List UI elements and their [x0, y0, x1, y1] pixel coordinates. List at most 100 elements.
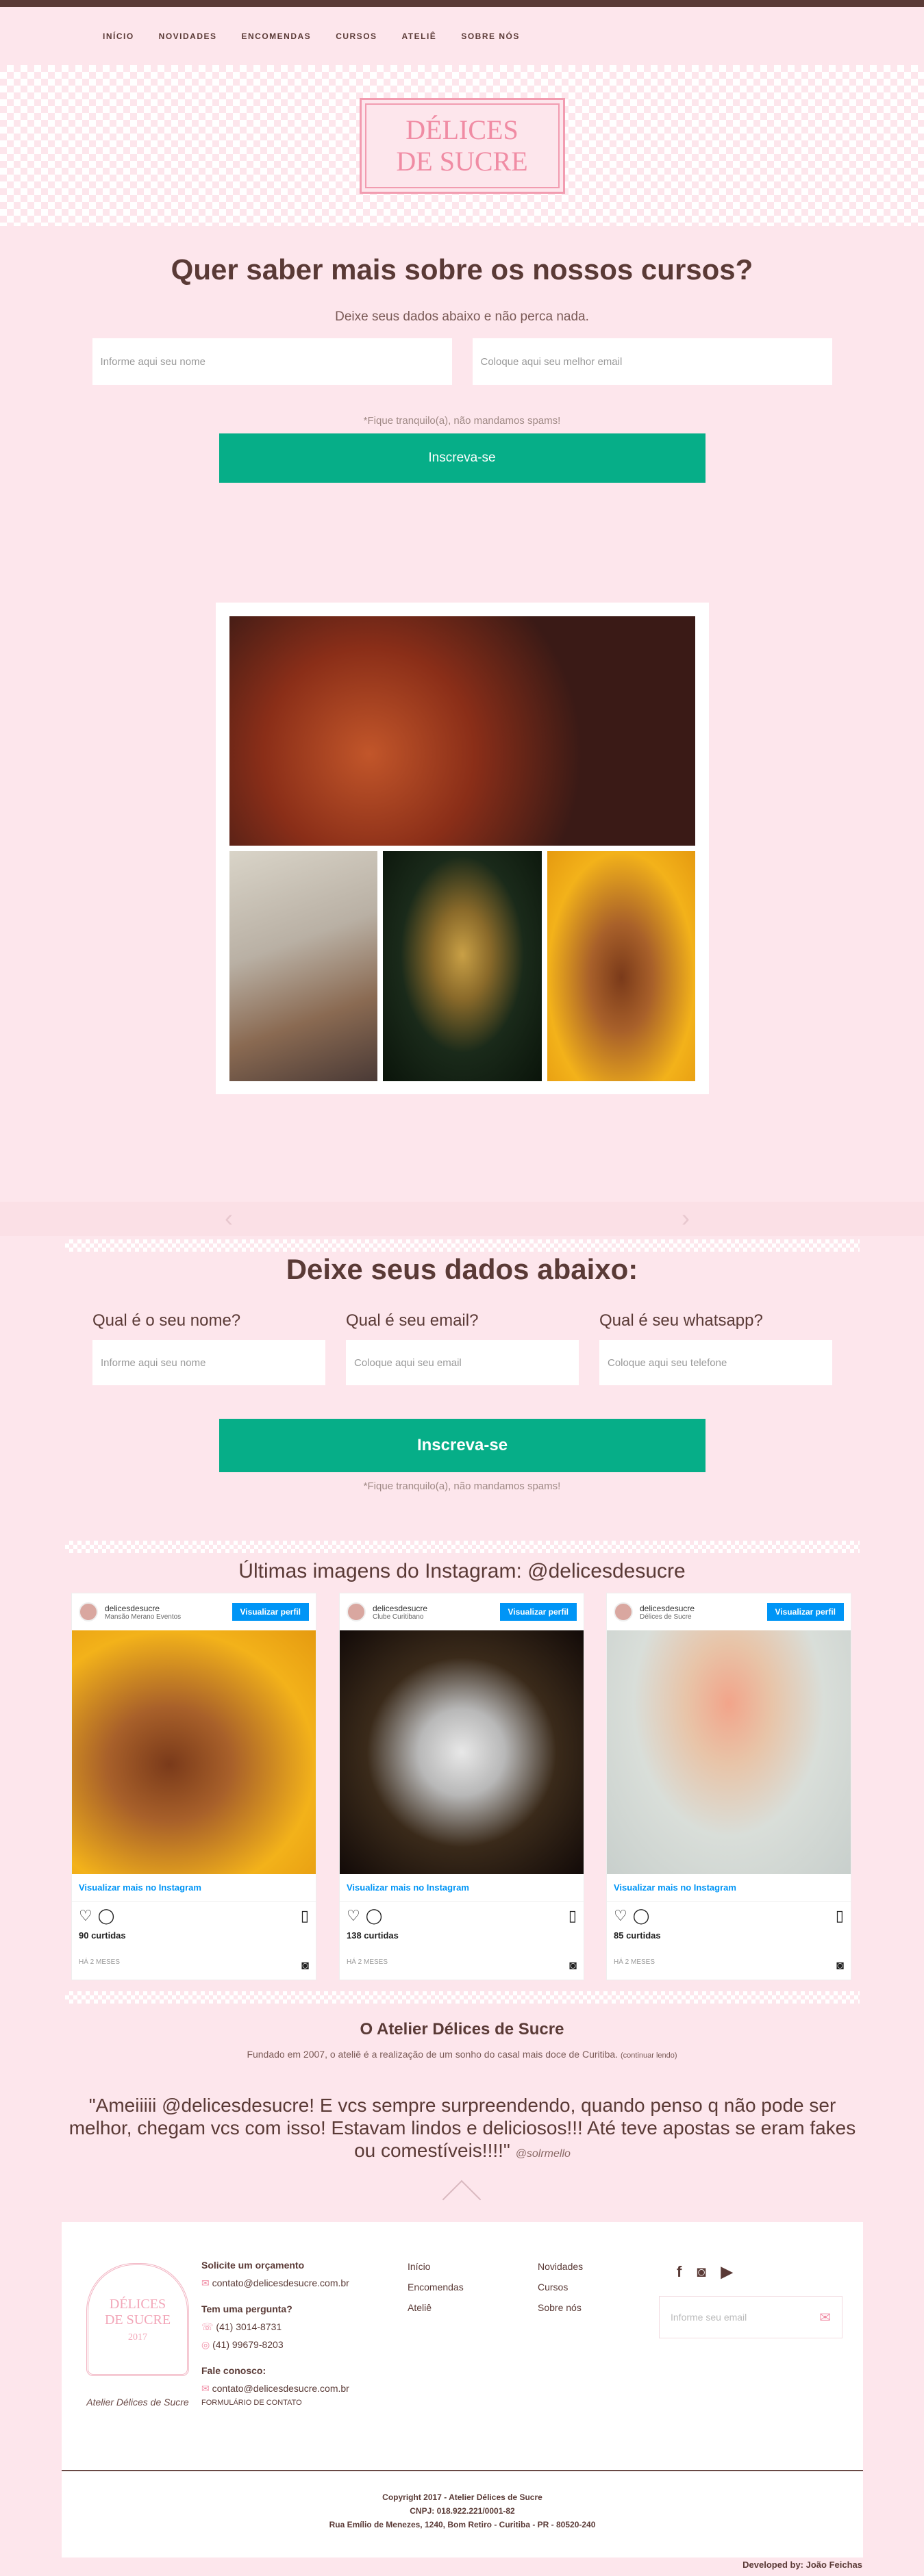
instagram-icon[interactable]: ◙: [569, 1958, 577, 1973]
heart-icon[interactable]: ♡: [347, 1907, 360, 1925]
bookmark-icon[interactable]: ▯: [569, 1907, 577, 1925]
view-profile-button[interactable]: Visualizar perfil: [232, 1603, 309, 1621]
send-mail-icon[interactable]: ✉: [819, 2309, 831, 2326]
post-age: HÁ 2 MESES: [347, 1958, 388, 1966]
instagram-title: Últimas imagens do Instagram: @delicesde…: [238, 1560, 686, 1582]
mail-icon: ✉: [201, 2383, 210, 2394]
footer-phone2[interactable]: (41) 99679-8203: [212, 2339, 284, 2350]
bookmark-icon[interactable]: ▯: [301, 1907, 309, 1925]
card-username[interactable]: delicesdesucre: [640, 1604, 695, 1613]
form2-spam-note: *Fique tranquilo(a), não mandamos spams!: [363, 1480, 561, 1492]
form2-whatsapp-input[interactable]: Coloque aqui seu telefone: [599, 1340, 832, 1385]
footer-link-novidades[interactable]: Novidades: [538, 2256, 583, 2277]
form2-name-label: Qual é o seu nome?: [92, 1311, 241, 1330]
form2-name-input[interactable]: Informe aqui seu nome: [92, 1340, 325, 1385]
instagram-link[interactable]: Visualizar mais no Instagram: [607, 1874, 851, 1902]
post-age: HÁ 2 MESES: [79, 1958, 121, 1966]
testimonial-quote: "Ameiiiii @delicesdesucre! E vcs sempre …: [68, 2095, 856, 2161]
footer-link-cursos[interactable]: Cursos: [538, 2277, 583, 2297]
view-profile-button[interactable]: Visualizar perfil: [766, 1603, 844, 1621]
footer-question-title: Tem uma pergunta?: [201, 2303, 292, 2314]
courses-email-input[interactable]: Coloque aqui seu melhor email: [472, 338, 832, 385]
about-text: Fundado em 2007, o ateliê é a realização…: [247, 2049, 619, 2060]
bookmark-icon[interactable]: ▯: [836, 1907, 844, 1925]
about-section: O Atelier Délices de Sucre Fundado em 20…: [0, 2020, 924, 2060]
footer-link-inicio[interactable]: Início: [408, 2256, 464, 2277]
comment-icon[interactable]: ◯: [633, 1907, 650, 1925]
comment-icon[interactable]: ◯: [366, 1907, 383, 1925]
instagram-card: delicesdesucre Délices de Sucre Visualiza…: [606, 1593, 851, 1980]
nav-encomendas[interactable]: ENCOMENDAS: [242, 31, 312, 41]
courses-name-input[interactable]: Informe aqui seu nome: [92, 338, 452, 385]
footer-quote-email[interactable]: contato@delicesdesucre.com.br: [212, 2277, 349, 2288]
footer-talk-email[interactable]: contato@delicesdesucre.com.br: [212, 2383, 349, 2394]
card-image[interactable]: [72, 1630, 316, 1874]
card-username[interactable]: delicesdesucre: [373, 1604, 427, 1613]
youtube-icon[interactable]: ▶: [721, 2263, 733, 2281]
likes-count: 90 curtidas: [79, 1930, 126, 1941]
avatar[interactable]: [347, 1602, 366, 1621]
form2-title: Deixe seus dados abaixo:: [286, 1253, 638, 1285]
card-location: Clube Curitibano: [373, 1613, 424, 1621]
site-logo[interactable]: DÉLICES DE SUCRE: [359, 97, 565, 194]
form2-subscribe-button[interactable]: Inscreva-se: [219, 1419, 706, 1472]
instagram-icon[interactable]: ◙: [301, 1958, 309, 1973]
footer: DÉLICES DE SUCRE 2017 Atelier Délices de…: [62, 2222, 863, 2558]
contact-form-section: Deixe seus dados abaixo:: [0, 1253, 924, 1286]
nav-novidades[interactable]: NOVIDADES: [159, 31, 217, 41]
developer-credit[interactable]: Developed by: João Feichas: [742, 2560, 862, 2570]
courses-title: Quer saber mais sobre os nossos cursos?: [171, 253, 753, 286]
testimonial-author: @solrmello: [515, 2148, 571, 2160]
footer-phone1[interactable]: (41) 3014-8731: [216, 2321, 282, 2332]
view-profile-button[interactable]: Visualizar perfil: [499, 1603, 577, 1621]
newsletter-placeholder: Informe seu email: [671, 2312, 747, 2323]
top-bar: [0, 0, 924, 7]
footer-quote-title: Solicite um orçamento: [201, 2260, 305, 2271]
instagram-link[interactable]: Visualizar mais no Instagram: [340, 1874, 584, 1902]
nav-atelie[interactable]: ATELIÊ: [402, 31, 437, 41]
logo-line1: DÉLICES: [405, 114, 519, 145]
avatar[interactable]: [614, 1602, 633, 1621]
form2-email-input[interactable]: Coloque aqui seu email: [346, 1340, 579, 1385]
footer-link-atelie[interactable]: Ateliê: [408, 2297, 464, 2318]
card-username[interactable]: delicesdesucre: [105, 1604, 181, 1613]
card-image[interactable]: [340, 1630, 584, 1874]
avatar[interactable]: [79, 1602, 98, 1621]
next-arrow-icon[interactable]: ›: [682, 1204, 690, 1233]
facebook-icon[interactable]: f: [677, 2263, 682, 2281]
footer-form-link[interactable]: FORMULÁRIO DE CONTATO: [201, 2397, 349, 2408]
courses-subscribe-button[interactable]: Inscreva-se: [218, 433, 706, 483]
footer-logo-year: 2017: [128, 2332, 147, 2343]
instagram-icon[interactable]: ◙: [697, 2263, 706, 2281]
card-image[interactable]: [607, 1630, 851, 1874]
gallery-photo-tower[interactable]: [383, 851, 542, 1081]
scroll-top-icon[interactable]: [442, 2180, 482, 2219]
heart-icon[interactable]: ♡: [79, 1907, 92, 1925]
prev-arrow-icon[interactable]: ‹: [225, 1204, 233, 1233]
comment-icon[interactable]: ◯: [98, 1907, 115, 1925]
newsletter-input[interactable]: Informe seu email ✉: [659, 2296, 842, 2338]
nav-inicio[interactable]: INÍCIO: [103, 31, 134, 41]
footer-link-encomendas[interactable]: Encomendas: [408, 2277, 464, 2297]
likes-count: 138 curtidas: [347, 1930, 399, 1941]
footer-talk-title: Fale conosco:: [201, 2365, 266, 2376]
copyright-text: Copyright 2017 - Atelier Délices de Sucr…: [382, 2492, 542, 2502]
nav-sobre[interactable]: SOBRE NÓS: [461, 31, 520, 41]
nav-cursos[interactable]: CURSOS: [336, 31, 377, 41]
divider-zigzag: [65, 1239, 860, 1252]
gallery-photo-class[interactable]: [229, 851, 377, 1081]
header-banner: DÉLICES DE SUCRE: [0, 65, 924, 226]
instagram-icon[interactable]: ◙: [836, 1958, 844, 1973]
instagram-card: delicesdesucre Clube Curitibano Visualiza…: [339, 1593, 584, 1980]
footer-logo[interactable]: DÉLICES DE SUCRE 2017: [86, 2263, 189, 2376]
gallery-nav-band: [0, 1202, 924, 1236]
social-icons: f ◙ ▶: [677, 2263, 733, 2281]
footer-logo-line1: DÉLICES: [109, 2296, 166, 2312]
gallery-photo-sweets[interactable]: [229, 616, 695, 846]
instagram-link[interactable]: Visualizar mais no Instagram: [72, 1874, 316, 1902]
gallery-photo-cake[interactable]: [547, 851, 695, 1081]
heart-icon[interactable]: ♡: [614, 1907, 627, 1925]
read-more-link[interactable]: (continuar lendo): [621, 2051, 677, 2060]
footer-link-sobre[interactable]: Sobre nós: [538, 2297, 583, 2318]
testimonial: "Ameiiiii @delicesdesucre! E vcs sempre …: [68, 2094, 856, 2165]
